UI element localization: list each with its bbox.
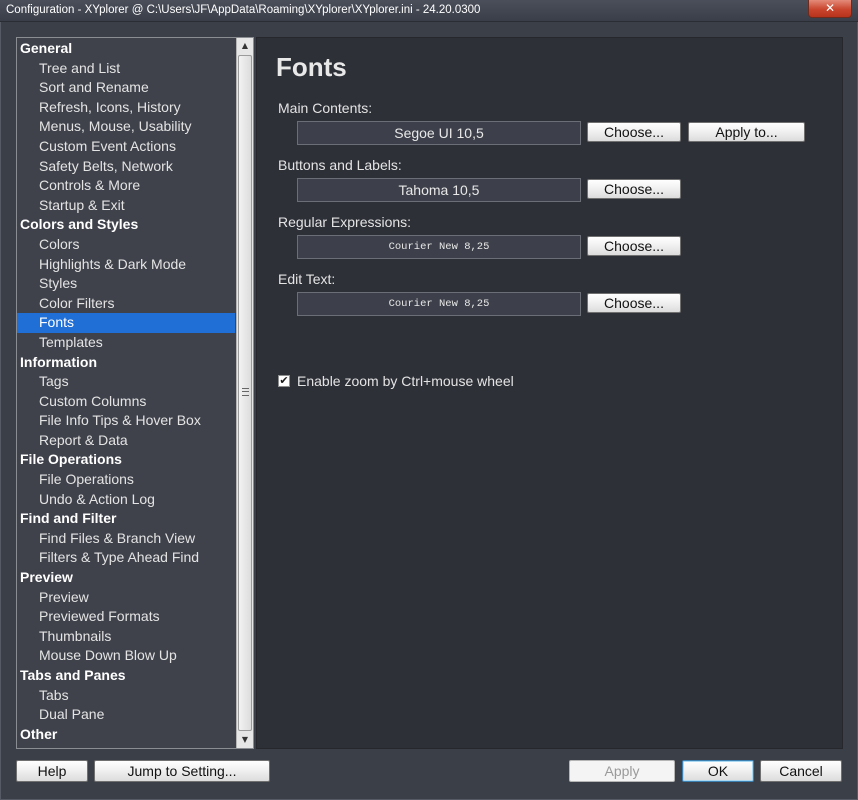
tree-item[interactable]: Refresh, Icons, History xyxy=(17,98,235,118)
buttons-labels-choose-button[interactable]: Choose... xyxy=(587,179,681,199)
edit-text-choose-button[interactable]: Choose... xyxy=(587,293,681,313)
ok-button[interactable]: OK xyxy=(682,760,754,782)
tree-item[interactable]: Colors xyxy=(17,235,235,255)
regex-label: Regular Expressions: xyxy=(278,214,412,230)
tree-item[interactable]: Mouse Down Blow Up xyxy=(17,646,235,666)
tree-category[interactable]: File Operations xyxy=(17,450,235,470)
settings-tree[interactable]: General Tree and List Sort and Rename Refre… xyxy=(16,37,254,749)
main-contents-label: Main Contents: xyxy=(278,100,373,116)
zoom-checkbox[interactable]: ✔ xyxy=(278,375,290,387)
scroll-thumb[interactable] xyxy=(238,55,252,731)
buttons-labels-label: Buttons and Labels: xyxy=(278,157,402,173)
tree-item[interactable]: Safety Belts, Network xyxy=(17,157,235,177)
tree-item[interactable]: File Info Tips & Hover Box xyxy=(17,411,235,431)
tree-category[interactable]: Colors and Styles xyxy=(17,215,235,235)
tree-item[interactable]: Preview xyxy=(17,588,235,608)
tree-item[interactable]: Highlights & Dark Mode xyxy=(17,255,235,275)
apply-button[interactable]: Apply xyxy=(569,760,675,782)
tree-category[interactable]: Tabs and Panes xyxy=(17,666,235,686)
regex-font-display: Courier New 8,25 xyxy=(297,235,581,259)
tree-item[interactable]: Sort and Rename xyxy=(17,78,235,98)
settings-panel: Fonts Main Contents: Segoe UI 10,5 Choos… xyxy=(256,37,843,749)
tree-item[interactable]: Custom Columns xyxy=(17,392,235,412)
tree-item[interactable]: Controls & More xyxy=(17,176,235,196)
title-bar: Configuration - XYplorer @ C:\Users\JF\A… xyxy=(0,0,858,22)
scroll-down-arrow-icon[interactable]: ▼ xyxy=(237,732,253,748)
grip-icon xyxy=(242,388,249,396)
close-button[interactable]: ✕ xyxy=(808,0,852,18)
help-button[interactable]: Help xyxy=(16,760,88,782)
tree-item[interactable]: Templates xyxy=(17,333,235,353)
tree-item[interactable]: Find Files & Branch View xyxy=(17,529,235,549)
tree-item[interactable]: Previewed Formats xyxy=(17,607,235,627)
main-contents-font-display: Segoe UI 10,5 xyxy=(297,121,581,145)
tree-category[interactable]: General xyxy=(17,39,235,59)
tree-item[interactable]: Tree and List xyxy=(17,59,235,79)
tree-item[interactable]: Thumbnails xyxy=(17,627,235,647)
cancel-button[interactable]: Cancel xyxy=(760,760,842,782)
config-window: General Tree and List Sort and Rename Refre… xyxy=(0,22,858,800)
tree-item[interactable]: Startup & Exit xyxy=(17,196,235,216)
scroll-up-arrow-icon[interactable]: ▲ xyxy=(237,38,253,54)
jump-to-setting-button[interactable]: Jump to Setting... xyxy=(94,760,270,782)
tree-scrollbar[interactable]: ▲ ▼ xyxy=(236,38,253,748)
tree-item[interactable]: Undo & Action Log xyxy=(17,490,235,510)
tree-item[interactable]: Fonts xyxy=(17,313,235,333)
tree-item[interactable]: Tabs xyxy=(17,686,235,706)
tree-category[interactable]: Preview xyxy=(17,568,235,588)
edit-text-font-display: Courier New 8,25 xyxy=(297,292,581,316)
regex-choose-button[interactable]: Choose... xyxy=(587,236,681,256)
apply-to-button[interactable]: Apply to... xyxy=(688,122,805,142)
tree-item[interactable]: Styles xyxy=(17,274,235,294)
tree-item[interactable]: Menus, Mouse, Usability xyxy=(17,117,235,137)
tree-category[interactable]: Other xyxy=(17,725,235,745)
zoom-checkbox-label[interactable]: Enable zoom by Ctrl+mouse wheel xyxy=(297,373,514,389)
tree-item[interactable]: Dual Pane xyxy=(17,705,235,725)
tree-list: General Tree and List Sort and Rename Refre… xyxy=(17,39,235,744)
edit-text-label: Edit Text: xyxy=(278,271,336,287)
tree-category[interactable]: Find and Filter xyxy=(17,509,235,529)
page-title: Fonts xyxy=(276,52,347,82)
tree-item[interactable]: Color Filters xyxy=(17,294,235,314)
window-title: Configuration - XYplorer @ C:\Users\JF\A… xyxy=(6,4,481,16)
tree-item[interactable]: Filters & Type Ahead Find xyxy=(17,548,235,568)
tree-item[interactable]: Report & Data xyxy=(17,431,235,451)
tree-item[interactable]: Custom Event Actions xyxy=(17,137,235,157)
tree-item[interactable]: File Operations xyxy=(17,470,235,490)
tree-category[interactable]: Information xyxy=(17,353,235,373)
main-contents-choose-button[interactable]: Choose... xyxy=(587,122,681,142)
buttons-labels-font-display: Tahoma 10,5 xyxy=(297,178,581,202)
tree-item[interactable]: Tags xyxy=(17,372,235,392)
